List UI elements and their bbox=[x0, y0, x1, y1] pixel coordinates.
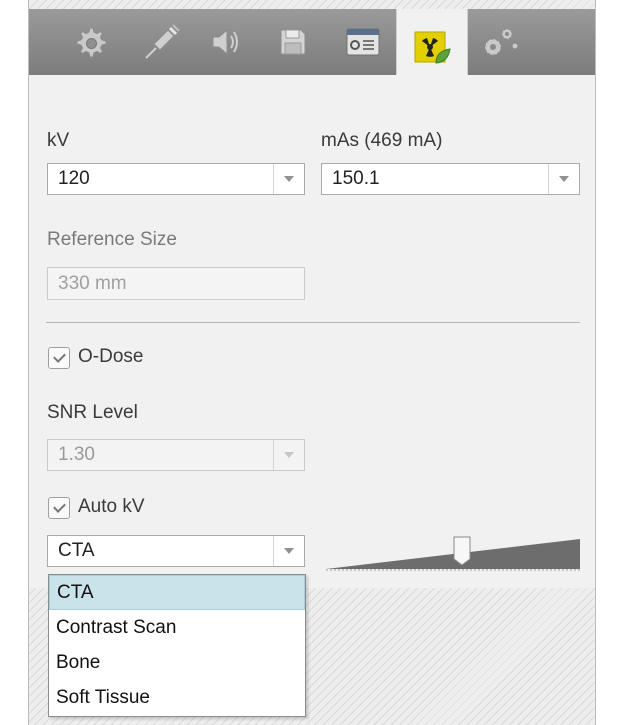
kv-label: kV bbox=[47, 130, 70, 151]
dropdown-option[interactable]: Soft Tissue bbox=[49, 680, 305, 715]
speaker-icon bbox=[212, 28, 238, 56]
tab-sound[interactable] bbox=[203, 9, 247, 75]
save-icon bbox=[280, 29, 306, 55]
dropdown-option[interactable]: Bone bbox=[49, 645, 305, 680]
exam-type-select[interactable]: CTA bbox=[47, 535, 305, 567]
tab-advanced[interactable] bbox=[476, 9, 526, 75]
toolbar bbox=[29, 9, 595, 89]
dropdown-option[interactable]: CTA bbox=[49, 575, 305, 610]
kv-value: 120 bbox=[58, 168, 90, 189]
advanced-settings-icon bbox=[484, 28, 519, 56]
tab-save[interactable] bbox=[273, 9, 313, 75]
injector-icon bbox=[145, 24, 180, 59]
tab-injector[interactable] bbox=[137, 9, 187, 75]
section-divider bbox=[46, 322, 580, 323]
tab-protocol[interactable] bbox=[340, 9, 386, 75]
snr-level-label: SNR Level bbox=[47, 402, 138, 423]
chevron-down-icon[interactable] bbox=[273, 536, 304, 566]
chevron-down-icon bbox=[273, 440, 304, 470]
chevron-down-icon[interactable] bbox=[273, 164, 304, 194]
dropdown-option[interactable]: Contrast Scan bbox=[49, 610, 305, 645]
exam-type-dropdown: CTA Contrast Scan Bone Soft Tissue bbox=[48, 574, 306, 717]
protocol-card-icon bbox=[346, 28, 380, 56]
kv-select[interactable]: 120 bbox=[47, 163, 305, 195]
kv-level-slider[interactable] bbox=[326, 533, 582, 575]
snr-level-select: 1.30 bbox=[47, 439, 305, 471]
slider-thumb[interactable] bbox=[453, 536, 471, 566]
reference-size-label: Reference Size bbox=[47, 229, 177, 250]
auto-kv-checkbox[interactable] bbox=[48, 497, 70, 519]
mas-value: 150.1 bbox=[332, 168, 380, 189]
snr-level-value: 1.30 bbox=[58, 444, 95, 465]
slider-ramp bbox=[326, 539, 580, 569]
odose-label: O-Dose bbox=[78, 346, 144, 367]
mas-label: mAs (469 mA) bbox=[321, 130, 443, 151]
reference-size-field: 330 mm bbox=[47, 267, 305, 300]
exam-type-value: CTA bbox=[58, 540, 95, 561]
auto-kv-label: Auto kV bbox=[78, 496, 145, 517]
radiation-dose-icon bbox=[414, 31, 451, 64]
odose-checkbox[interactable] bbox=[48, 347, 70, 369]
tab-general[interactable] bbox=[67, 9, 113, 75]
dose-settings: kV 120 mAs (469 mA) 150.1 Reference Size… bbox=[29, 75, 595, 588]
gear-icon bbox=[76, 27, 107, 58]
chevron-down-icon[interactable] bbox=[548, 164, 579, 194]
mas-select[interactable]: 150.1 bbox=[321, 163, 580, 195]
settings-panel: kV 120 mAs (469 mA) 150.1 Reference Size… bbox=[28, 0, 596, 725]
